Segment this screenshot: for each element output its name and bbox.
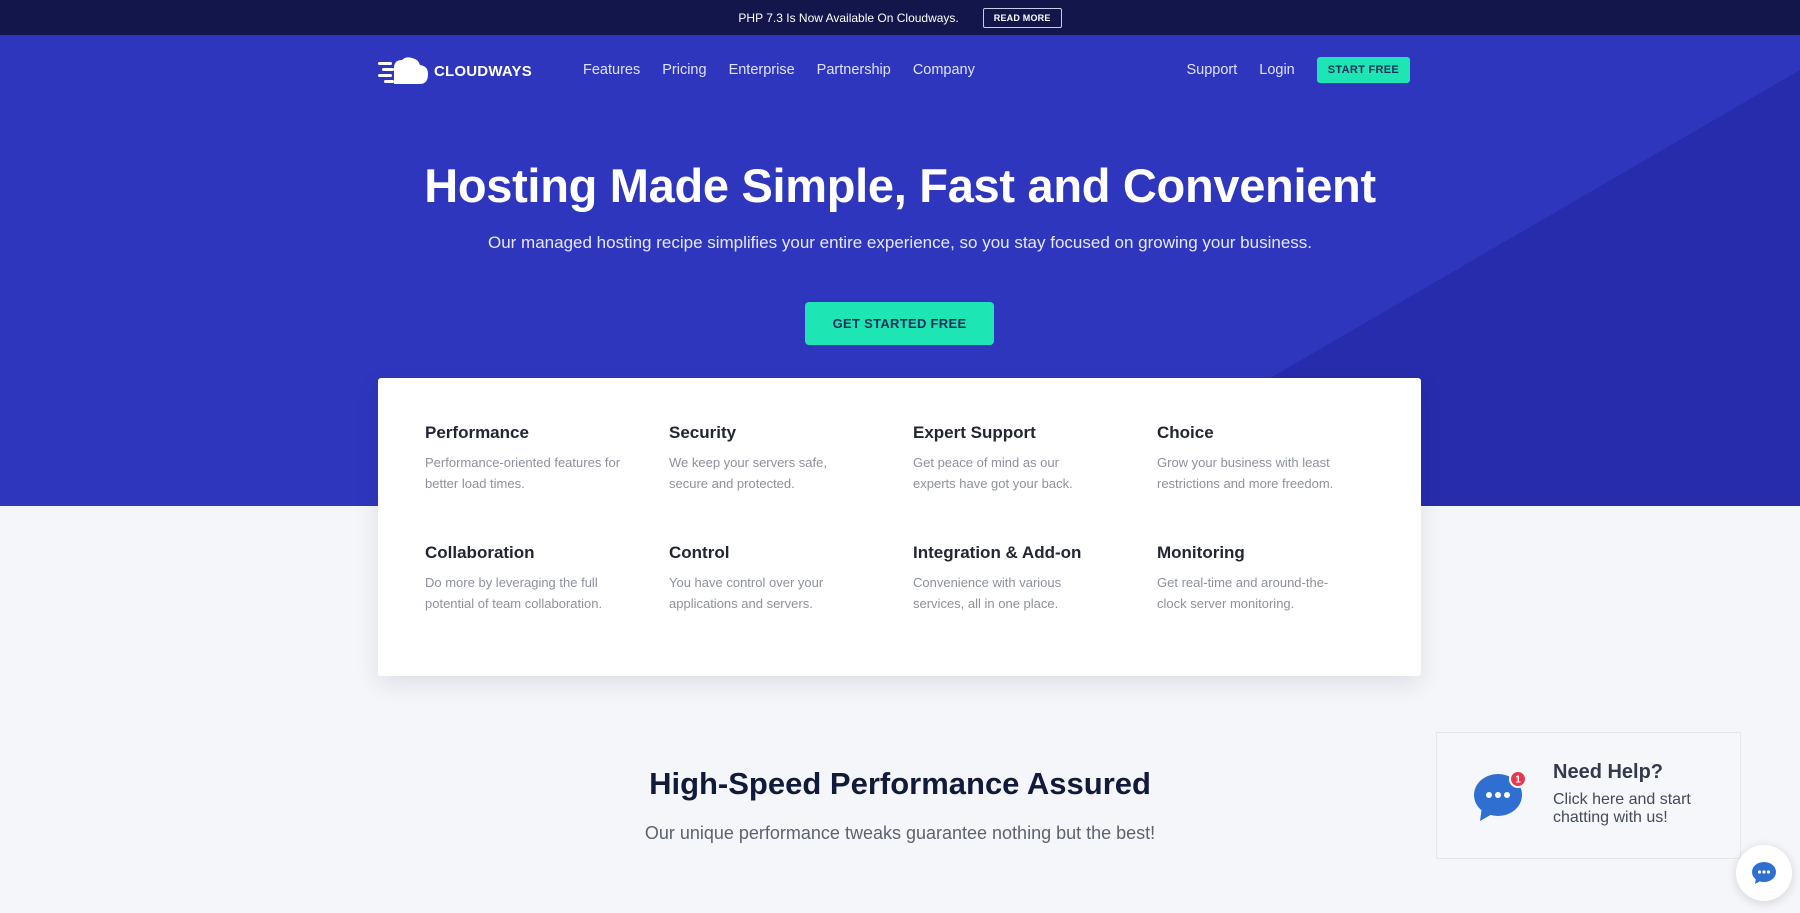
hero-subtitle: Our managed hosting recipe simplifies yo… [488,233,1312,252]
nav-link-partnership[interactable]: Partnership [817,62,891,78]
hero-title: Hosting Made Simple, Fast and Convenient [424,159,1376,212]
help-title: Need Help? [1553,761,1664,783]
nav-link-company[interactable]: Company [913,62,975,78]
feature-collaboration: Collaboration Do more by leveraging the … [425,543,645,614]
feature-title: Control [669,543,730,562]
badge-count: 1 [1515,775,1521,786]
feature-desc: Performance-oriented features for better… [425,455,621,491]
feature-title: Integration & Add-on [913,543,1082,562]
nav-links: Features Pricing Enterprise Partnership … [583,62,975,78]
feature-expert-support: Expert Support Get peace of mind as our … [913,423,1133,494]
logo-text: CLOUDWAYS [434,62,532,80]
feature-desc: We keep your servers safe, secure and pr… [669,455,827,491]
feature-title: Expert Support [913,423,1036,442]
help-text: Click here and start chatting with us! [1553,791,1691,826]
need-help-card[interactable]: 1 Need Help? Click here and start chatti… [1436,732,1741,859]
feature-control: Control You have control over your appli… [669,543,889,614]
feature-desc: Get peace of mind as our experts have go… [913,455,1073,491]
feature-desc: Grow your business with least restrictio… [1157,455,1334,491]
feature-desc: Get real-time and around-the-clock serve… [1157,575,1329,611]
read-more-button[interactable]: READ MORE [982,7,1062,28]
main-nav: CLOUDWAYS Features Pricing Enterprise Pa… [0,35,1800,107]
chat-launcher-button[interactable] [1736,845,1792,901]
get-started-free-button[interactable]: GET STARTED FREE [805,302,994,345]
feature-integration: Integration & Add-on Convenience with va… [913,543,1133,614]
feature-performance: Performance Performance-oriented feature… [425,423,645,494]
nav-link-enterprise[interactable]: Enterprise [729,62,795,78]
feature-title: Security [669,423,737,442]
nav-link-pricing[interactable]: Pricing [662,62,706,78]
cloud-logo-icon [378,57,428,84]
announcement-text: PHP 7.3 Is Now Available On Cloudways. [738,10,959,25]
chat-bubble-icon: 1 [1474,771,1527,821]
feature-monitoring: Monitoring Get real-time and around-the-… [1157,543,1377,614]
login-link[interactable]: Login [1259,62,1294,78]
feature-title: Choice [1157,423,1214,442]
feature-title: Performance [425,423,529,442]
feature-desc: You have control over your applications … [669,575,824,611]
feature-desc: Do more by leveraging the full potential… [425,575,603,611]
start-free-button[interactable]: START FREE [1316,57,1410,83]
announcement-bar: PHP 7.3 Is Now Available On Cloudways. R… [0,0,1800,35]
features-card: Performance Performance-oriented feature… [378,378,1421,676]
support-link[interactable]: Support [1186,62,1237,78]
feature-choice: Choice Grow your business with least res… [1157,423,1377,494]
nav-right: Support Login START FREE [1186,57,1410,83]
chat-icon [1752,862,1776,884]
feature-security: Security We keep your servers safe, secu… [669,423,889,494]
feature-title: Monitoring [1157,543,1245,562]
feature-desc: Convenience with various services, all i… [913,575,1062,611]
nav-link-features[interactable]: Features [583,62,640,78]
feature-title: Collaboration [425,543,535,562]
cloudways-logo[interactable]: CLOUDWAYS [378,56,532,86]
